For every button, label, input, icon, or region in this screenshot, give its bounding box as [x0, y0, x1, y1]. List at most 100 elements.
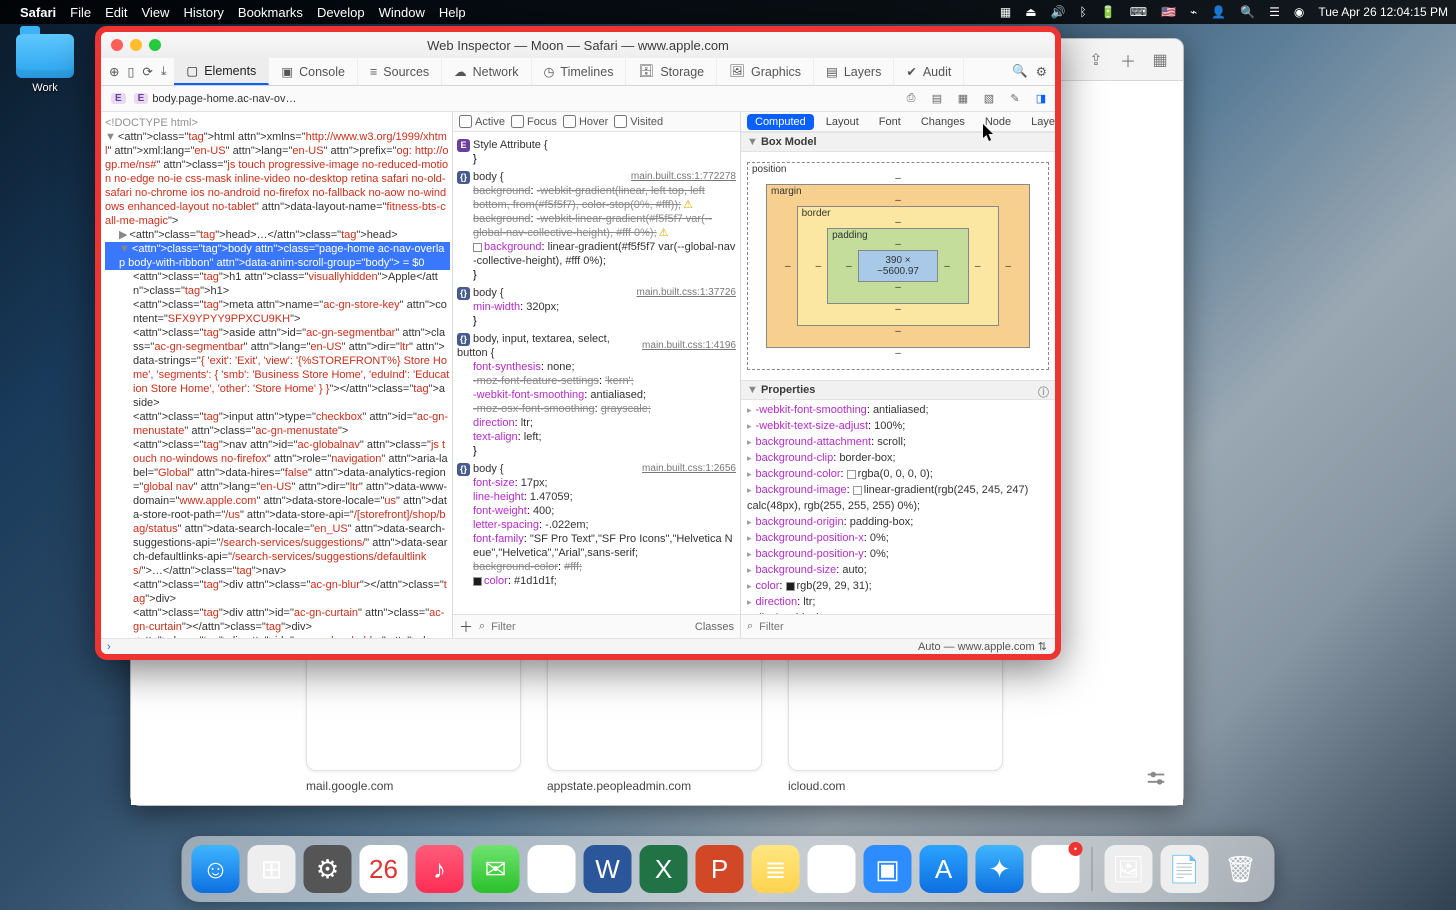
subtab-font[interactable]: Font	[871, 114, 909, 130]
app-name[interactable]: Safari	[20, 5, 56, 20]
element-chip[interactable]: E	[111, 93, 126, 104]
menu-file[interactable]: File	[70, 5, 91, 20]
dock-trash[interactable]: 🗑	[1217, 845, 1265, 893]
status-icon[interactable]: ▦	[1000, 5, 1011, 19]
element-chip[interactable]: E	[134, 93, 149, 104]
search-icon[interactable]: 🔍	[1012, 64, 1028, 79]
subtab-computed[interactable]: Computed	[747, 114, 814, 130]
user-icon[interactable]: 👤	[1211, 5, 1226, 19]
menu-edit[interactable]: Edit	[105, 5, 127, 20]
dock-finder[interactable]: ☺	[192, 845, 240, 893]
computed-prop[interactable]: background-image: linear-gradient(rgb(24…	[747, 482, 1049, 514]
print-icon[interactable]: ⎙	[903, 92, 919, 105]
computed-prop[interactable]: background-position-x: 0%;	[747, 530, 1049, 546]
dock-chrome1[interactable]: ◎	[528, 845, 576, 893]
menu-develop[interactable]: Develop	[317, 5, 365, 20]
reload-icon[interactable]: ⟳	[142, 64, 152, 79]
window-traffic-lights[interactable]	[111, 39, 161, 51]
siri-icon[interactable]: ◉	[1294, 5, 1304, 19]
device-icon[interactable]: ▯	[127, 64, 134, 79]
css-rule[interactable]: EStyle Attribute {}	[457, 138, 736, 166]
bluetooth-icon[interactable]: ᛒ	[1080, 5, 1087, 19]
spotlight-icon[interactable]: 🔍	[1240, 5, 1255, 19]
computed-prop[interactable]: background-origin: padding-box;	[747, 514, 1049, 530]
checkbox[interactable]	[511, 115, 524, 128]
status-icon[interactable]: 🔊	[1051, 5, 1066, 19]
menu-bookmarks[interactable]: Bookmarks	[238, 5, 303, 20]
css-rule[interactable]: {}body {main.built.css:1:37726min-width:…	[457, 286, 736, 328]
dock-excel[interactable]: X	[640, 845, 688, 893]
computed-prop[interactable]: background-size: auto;	[747, 562, 1049, 578]
new-tab-icon[interactable]: ＋	[1119, 51, 1137, 69]
computed-prop[interactable]: background-color: rgba(0, 0, 0, 0);	[747, 466, 1049, 482]
css-rule[interactable]: {}body, input, textarea, select, button …	[457, 332, 736, 458]
properties-header[interactable]: ▼ Propertiesⓘ	[741, 380, 1055, 400]
desktop-folder[interactable]: Work	[10, 34, 80, 94]
dock-settings[interactable]: ⚙	[304, 845, 352, 893]
checkbox[interactable]	[459, 115, 472, 128]
computed-prop[interactable]: direction: ltr;	[747, 594, 1049, 610]
flag-icon[interactable]: 🇺🇸	[1161, 5, 1176, 19]
tab-elements[interactable]: ▢Elements	[174, 58, 269, 85]
filter-visited[interactable]: Visited	[614, 115, 663, 128]
computed-prop[interactable]: background-attachment: scroll;	[747, 434, 1049, 450]
css-rule[interactable]: {}body {main.built.css:1:2656font-size: …	[457, 462, 736, 588]
menu-clock[interactable]: Tue Apr 26 12:04:15 PM	[1318, 5, 1448, 19]
computed-prop[interactable]: background-position-y: 0%;	[747, 546, 1049, 562]
tab-layers[interactable]: ▤Layers	[814, 58, 894, 85]
download-icon[interactable]: ⤓	[161, 64, 167, 79]
classes-toggle[interactable]: Classes	[695, 621, 734, 633]
checkbox[interactable]	[614, 115, 627, 128]
share-icon[interactable]: ⇪	[1087, 51, 1105, 69]
subtab-layers[interactable]: Layers	[1023, 114, 1055, 130]
status-icon[interactable]: ⌨	[1130, 5, 1147, 19]
dock-file1[interactable]: 🖼	[1105, 845, 1153, 893]
filter-active[interactable]: Active	[459, 115, 505, 128]
sidebar-icon[interactable]: ◨	[1033, 92, 1049, 105]
filter-hover[interactable]: Hover	[563, 115, 608, 128]
filter-focus[interactable]: Focus	[511, 115, 557, 128]
computed-prop[interactable]: color: rgb(29, 29, 31);	[747, 578, 1049, 594]
css-rule[interactable]: {}body {main.built.css:1:772278backgroun…	[457, 170, 736, 282]
tab-network[interactable]: ☁Network	[442, 58, 531, 85]
add-rule-icon[interactable]: ＋	[459, 617, 473, 637]
wifi-icon[interactable]: ⌁	[1190, 5, 1197, 19]
menu-view[interactable]: View	[142, 5, 170, 20]
dock-launchpad[interactable]: ⊞	[248, 845, 296, 893]
grid2-icon[interactable]: ▧	[981, 92, 997, 105]
styles-filter-input[interactable]	[491, 621, 689, 633]
dock-appstore[interactable]: A	[920, 845, 968, 893]
dock-music[interactable]: ♪	[416, 845, 464, 893]
console-prompt-icon[interactable]: ›	[101, 641, 117, 653]
breadcrumb-path[interactable]: body.page-home.ac-nav-ov…	[152, 93, 296, 105]
dock-safari[interactable]: ✦	[976, 845, 1024, 893]
style-rules[interactable]: EStyle Attribute {} {}body {main.built.cs…	[453, 132, 740, 594]
grid-icon[interactable]: ▦	[955, 92, 971, 105]
subtab-layout[interactable]: Layout	[818, 114, 867, 130]
computed-prop[interactable]: -webkit-font-smoothing: antialiased;	[747, 402, 1049, 418]
battery-icon[interactable]: 🔋	[1101, 5, 1116, 19]
tab-storage[interactable]: 🗄Storage	[626, 58, 717, 85]
dock-word[interactable]: W	[584, 845, 632, 893]
subtab-changes[interactable]: Changes	[913, 114, 973, 130]
customize-icon[interactable]	[1145, 769, 1167, 787]
computed-prop[interactable]: -webkit-text-size-adjust: 100%;	[747, 418, 1049, 434]
tab-sources[interactable]: ≡Sources	[358, 58, 442, 85]
tab-overview-icon[interactable]: ▦	[1151, 51, 1169, 69]
checkbox[interactable]	[563, 115, 576, 128]
dock-notes[interactable]: ≣	[752, 845, 800, 893]
tab-audit[interactable]: ✔Audit	[894, 58, 964, 85]
menu-history[interactable]: History	[183, 5, 223, 20]
tab-console[interactable]: ▣Console	[269, 58, 358, 85]
status-icon[interactable]: ⏏	[1025, 5, 1036, 19]
dock-zoom[interactable]: ▣	[864, 845, 912, 893]
dock-powerpoint[interactable]: P	[696, 845, 744, 893]
menu-help[interactable]: Help	[439, 5, 466, 20]
menu-window[interactable]: Window	[379, 5, 425, 20]
tab-timelines[interactable]: ◷Timelines	[532, 58, 627, 85]
computed-filter-input[interactable]	[759, 621, 1049, 633]
boxmodel-header[interactable]: ▼ Box Model	[741, 132, 1055, 152]
computed-prop[interactable]: background-clip: border-box;	[747, 450, 1049, 466]
gear-icon[interactable]: ⚙	[1036, 64, 1047, 79]
dock-chrome2[interactable]: ◎•	[1032, 845, 1080, 893]
